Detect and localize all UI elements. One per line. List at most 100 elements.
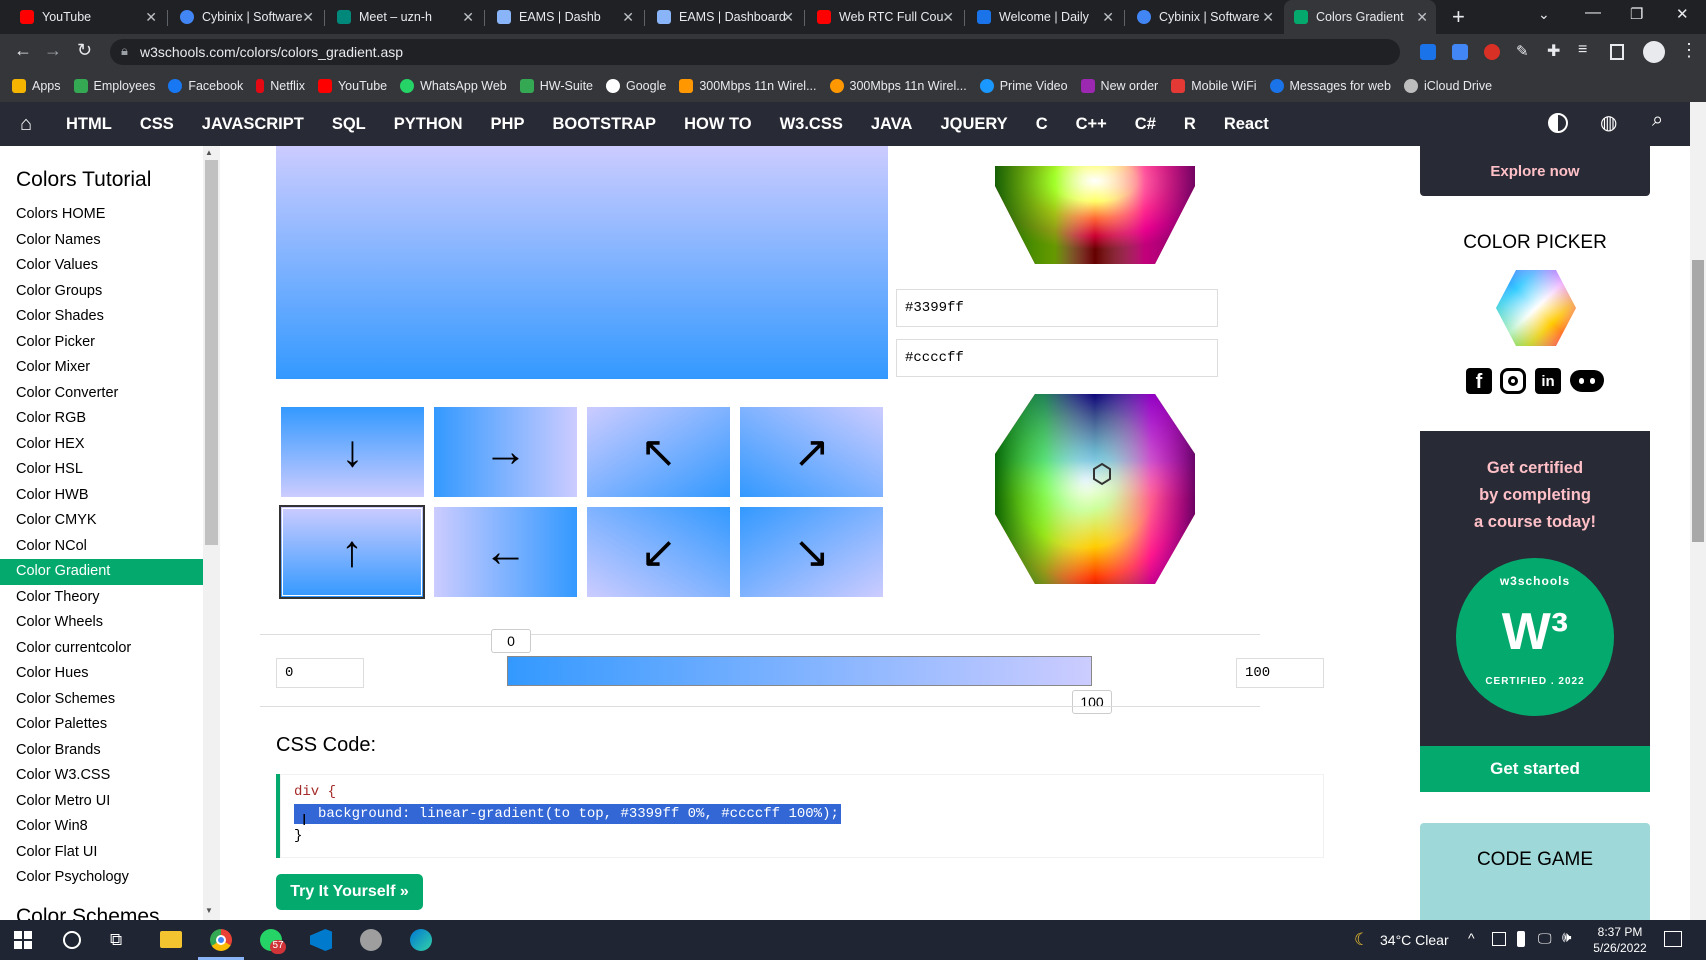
direction-top-left-button[interactable]: ↖	[587, 407, 730, 497]
globe-icon[interactable]: ◍	[1600, 110, 1617, 135]
sidebar-item-color-hues[interactable]: Color Hues	[0, 661, 203, 687]
close-icon[interactable]: ✕	[622, 9, 634, 26]
sidebar-item-color-mixer[interactable]: Color Mixer	[0, 355, 203, 381]
close-icon[interactable]: ✕	[302, 9, 314, 26]
bookmark-hw-suite[interactable]: HW-Suite	[519, 79, 593, 93]
sidebar-item-color-groups[interactable]: Color Groups	[0, 279, 203, 305]
menu-icon[interactable]: ⋮	[1680, 40, 1698, 61]
color-map-bottom[interactable]	[975, 394, 1215, 594]
back-icon[interactable]: ←	[14, 40, 32, 61]
sidebar-item-color-ncol[interactable]: Color NCol	[0, 534, 203, 560]
file-explorer-icon[interactable]	[160, 931, 182, 948]
try-it-yourself-button[interactable]: Try It Yourself »	[276, 874, 423, 910]
extension-icon[interactable]	[1420, 44, 1436, 60]
pen-icon[interactable]: ✎	[1516, 42, 1529, 60]
bookmark-icloud[interactable]: iCloud Drive	[1403, 79, 1492, 93]
code-game-card[interactable]: CODE GAME	[1420, 823, 1650, 920]
end-stop-input[interactable]	[1236, 658, 1324, 688]
tab-meet[interactable]: Meet – uzn-h ✕	[327, 0, 482, 34]
nav-sql[interactable]: SQL	[318, 115, 380, 134]
new-tab-icon[interactable]: +	[1452, 4, 1465, 30]
sidebar-item-color-w3-css[interactable]: Color W3.CSS	[0, 763, 203, 789]
bookmark-new-order[interactable]: New order	[1080, 79, 1158, 93]
notification-icon[interactable]	[1664, 931, 1682, 947]
sidebar-item-color-flat-ui[interactable]: Color Flat UI	[0, 840, 203, 866]
sidebar-item-color-win8[interactable]: Color Win8	[0, 814, 203, 840]
bookmark-netflix[interactable]: Netflix	[256, 79, 305, 93]
puzzle-icon[interactable]: ✚	[1547, 41, 1560, 61]
get-started-button[interactable]: Get started	[1420, 746, 1650, 792]
chevron-up-icon[interactable]: ^	[1468, 930, 1475, 946]
address-bar[interactable]: 🔒︎ w3schools.com/colors/colors_gradient.…	[110, 39, 1400, 65]
search-circle-icon[interactable]	[63, 931, 81, 949]
sidebar-item-color-rgb[interactable]: Color RGB	[0, 406, 203, 432]
tab-webrtc[interactable]: Web RTC Full Cou ✕	[807, 0, 962, 34]
gradient-stop-slider[interactable]	[507, 656, 1092, 686]
nav-html[interactable]: HTML	[52, 115, 126, 134]
close-icon[interactable]: ✕	[1102, 9, 1114, 26]
vscode-icon[interactable]	[310, 929, 332, 951]
paint-icon[interactable]	[360, 929, 382, 951]
sidebar-item-color-hwb[interactable]: Color HWB	[0, 483, 203, 509]
chrome-taskbar-icon[interactable]	[210, 929, 232, 951]
weather-text[interactable]: 34°C Clear	[1380, 932, 1449, 948]
edge-icon[interactable]	[410, 929, 432, 951]
bookmark-apps[interactable]: Apps	[12, 79, 61, 93]
nav-c[interactable]: C	[1022, 115, 1062, 134]
sidebar-item-color-shades[interactable]: Color Shades	[0, 304, 203, 330]
scroll-up-arrow-icon[interactable]: ▲	[205, 148, 213, 157]
sidebar-item-color-gradient[interactable]: Color Gradient	[0, 559, 203, 585]
translate-icon[interactable]	[1452, 44, 1468, 60]
meet-now-icon[interactable]	[1492, 932, 1506, 946]
sidebar-item-colors-home[interactable]: Colors HOME	[0, 202, 203, 228]
nav-javascript[interactable]: JAVASCRIPT	[188, 115, 318, 134]
color2-input[interactable]	[896, 339, 1218, 377]
sidebar-item-color-wheels[interactable]: Color Wheels	[0, 610, 203, 636]
page-scroll-thumb[interactable]	[1692, 260, 1704, 542]
bookmark-prime-video[interactable]: Prime Video	[979, 79, 1068, 93]
bookmark-router-1[interactable]: 300Mbps 11n Wirel...	[679, 79, 817, 93]
search-icon[interactable]: ⌕	[1652, 109, 1663, 132]
windows-start-icon[interactable]	[14, 931, 32, 949]
sidebar-item-color-currentcolor[interactable]: Color currentcolor	[0, 636, 203, 662]
color-map-top[interactable]	[975, 146, 1215, 270]
start-stop-input[interactable]	[276, 658, 364, 688]
sidebar-item-color-values[interactable]: Color Values	[0, 253, 203, 279]
sidebar-item-color-palettes[interactable]: Color Palettes	[0, 712, 203, 738]
tab-search-icon[interactable]: ⌄	[1538, 6, 1550, 23]
bookmark-whatsapp[interactable]: WhatsApp Web	[400, 79, 507, 93]
bookmark-router-2[interactable]: 300Mbps 11n Wirel...	[829, 79, 967, 93]
sidebar-item-color-brands[interactable]: Color Brands	[0, 738, 203, 764]
close-icon[interactable]: ✕	[942, 9, 954, 26]
minimize-icon[interactable]: —	[1585, 4, 1601, 22]
nav-java[interactable]: JAVA	[857, 115, 927, 134]
home-icon[interactable]: ⌂	[0, 113, 52, 136]
nav-cpp[interactable]: C++	[1062, 115, 1121, 134]
close-icon[interactable]: ✕	[145, 9, 157, 26]
color-picker-icon[interactable]	[1496, 268, 1576, 348]
direction-bottom-left-button[interactable]: ↙	[587, 507, 730, 597]
facebook-icon[interactable]: f	[1466, 368, 1492, 394]
sidebar-item-color-hex[interactable]: Color HEX	[0, 432, 203, 458]
bookmark-employees[interactable]: Employees	[73, 79, 155, 93]
nav-css[interactable]: CSS	[126, 115, 188, 134]
sidebar-item-color-names[interactable]: Color Names	[0, 228, 203, 254]
tab-cybinix[interactable]: Cybinix | Software ✕	[170, 0, 322, 34]
bookmark-messages[interactable]: Messages for web	[1269, 79, 1391, 93]
sidebar-item-color-cmyk[interactable]: Color CMYK	[0, 508, 203, 534]
restore-icon[interactable]: ❐	[1630, 5, 1643, 23]
dark-mode-icon[interactable]	[1548, 113, 1568, 133]
nav-python[interactable]: PYTHON	[380, 115, 477, 134]
direction-bottom-right-button[interactable]: ↘	[740, 507, 883, 597]
bookmark-google[interactable]: Google	[606, 79, 666, 93]
sidebar-item-color-picker[interactable]: Color Picker	[0, 330, 203, 356]
css-code-block[interactable]: div { background: linear-gradient(to top…	[276, 774, 1324, 858]
close-icon[interactable]: ✕	[462, 9, 474, 26]
clock[interactable]: 8:37 PM 5/26/2022	[1592, 924, 1648, 956]
close-icon[interactable]: ✕	[1262, 9, 1274, 26]
tab-cybinix-2[interactable]: Cybinix | Software ✕	[1127, 0, 1282, 34]
bookmark-facebook[interactable]: Facebook	[168, 79, 243, 93]
tab-youtube[interactable]: YouTube ✕	[10, 0, 165, 34]
network-icon[interactable]: 🖵︎	[1538, 930, 1552, 947]
nav-react[interactable]: React	[1210, 115, 1283, 134]
